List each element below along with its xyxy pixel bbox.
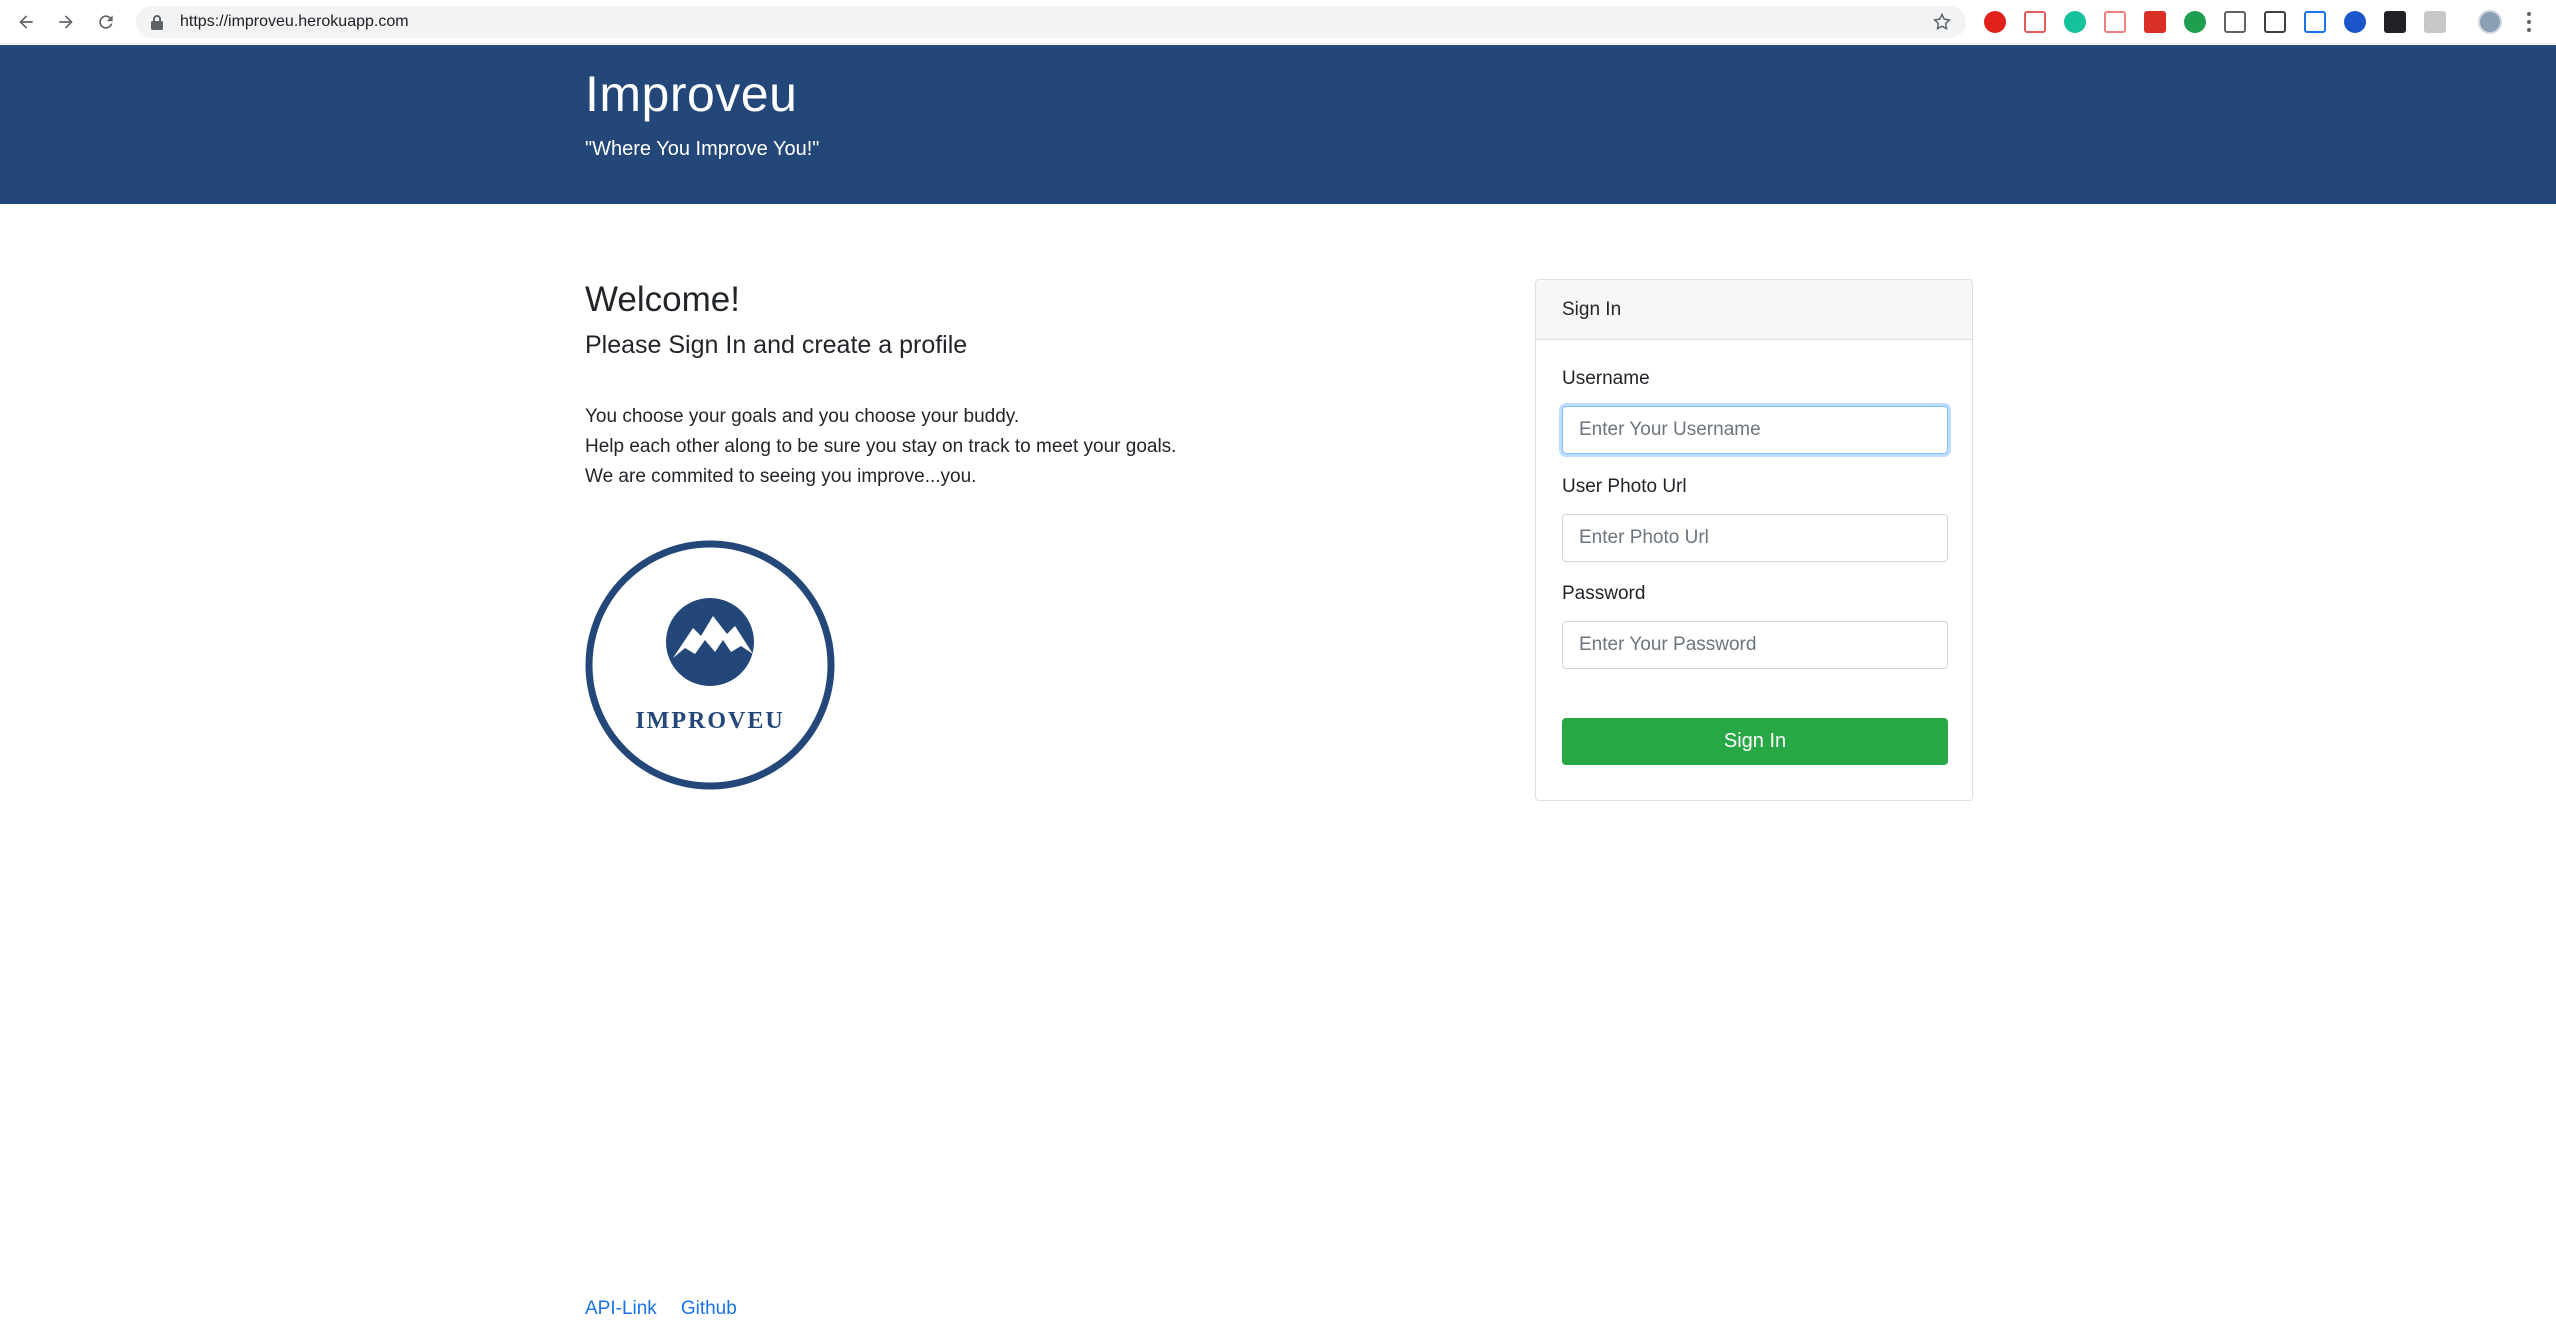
api-link[interactable]: API-Link (585, 1298, 657, 1320)
improveu-logo: IMPROVEU (585, 540, 835, 790)
photo-url-label: User Photo Url (1562, 476, 1687, 497)
site-title: Improveu (585, 66, 798, 122)
image-extension-icon[interactable] (2224, 11, 2246, 33)
profile-avatar[interactable] (2478, 10, 2502, 34)
signin-button[interactable]: Sign In (1562, 718, 1948, 765)
reload-button[interactable] (86, 2, 126, 42)
video-extension-icon[interactable] (2104, 11, 2126, 33)
arrow-left-icon (19, 15, 33, 29)
password-input[interactable] (1562, 621, 1948, 669)
browser-toolbar: https://improveu.herokuapp.com (0, 0, 2556, 44)
opera-extension-icon[interactable] (1984, 11, 2006, 33)
intro-line: You choose your goals and you choose you… (585, 406, 1020, 427)
intro-text: You choose your goals and you choose you… (585, 402, 1176, 492)
intro-line: We are commited to seeing you improve...… (585, 466, 977, 487)
username-label: Username (1562, 368, 1650, 389)
browser-menu-icon[interactable] (2526, 12, 2532, 32)
github-link[interactable]: Github (681, 1298, 737, 1320)
search-extension-icon[interactable] (2384, 11, 2406, 33)
screenshot-extension-icon[interactable] (2264, 11, 2286, 33)
address-url: https://improveu.herokuapp.com (180, 13, 409, 30)
address-bar[interactable]: https://improveu.herokuapp.com (136, 6, 1966, 38)
chat-extension-icon[interactable] (2184, 11, 2206, 33)
header-banner: Improveu "Where You Improve You!" (0, 45, 2556, 204)
grammarly-extension-icon[interactable] (2064, 11, 2086, 33)
site-tagline: "Where You Improve You!" (585, 138, 820, 160)
reload-icon (99, 15, 113, 29)
extension-icons (1984, 10, 2464, 34)
bookmark-star-icon[interactable] (1932, 12, 1952, 32)
footer-links: API-Link Github (585, 1298, 761, 1320)
megaphone-extension-icon[interactable] (2144, 11, 2166, 33)
password-label: Password (1562, 583, 1646, 604)
pdf-extension-icon[interactable] (2024, 11, 2046, 33)
forward-button[interactable] (46, 2, 86, 42)
welcome-heading: Welcome! (585, 280, 740, 319)
back-button[interactable] (6, 2, 46, 42)
username-input[interactable] (1562, 406, 1948, 454)
photo-url-input[interactable] (1562, 514, 1948, 562)
signin-card-header: Sign In (1536, 280, 1972, 340)
sync-extension-icon[interactable] (2304, 11, 2326, 33)
intro-line: Help each other along to be sure you sta… (585, 436, 1177, 457)
k-extension-icon[interactable] (2424, 11, 2446, 33)
arrow-right-icon (59, 15, 73, 29)
lock-icon (151, 15, 163, 30)
signin-subheading: Please Sign In and create a profile (585, 331, 968, 359)
logo-text: IMPROVEU (635, 708, 784, 734)
signin-card: Sign In Username User Photo Url Password… (1535, 279, 1973, 801)
globe-extension-icon[interactable] (2344, 11, 2366, 33)
